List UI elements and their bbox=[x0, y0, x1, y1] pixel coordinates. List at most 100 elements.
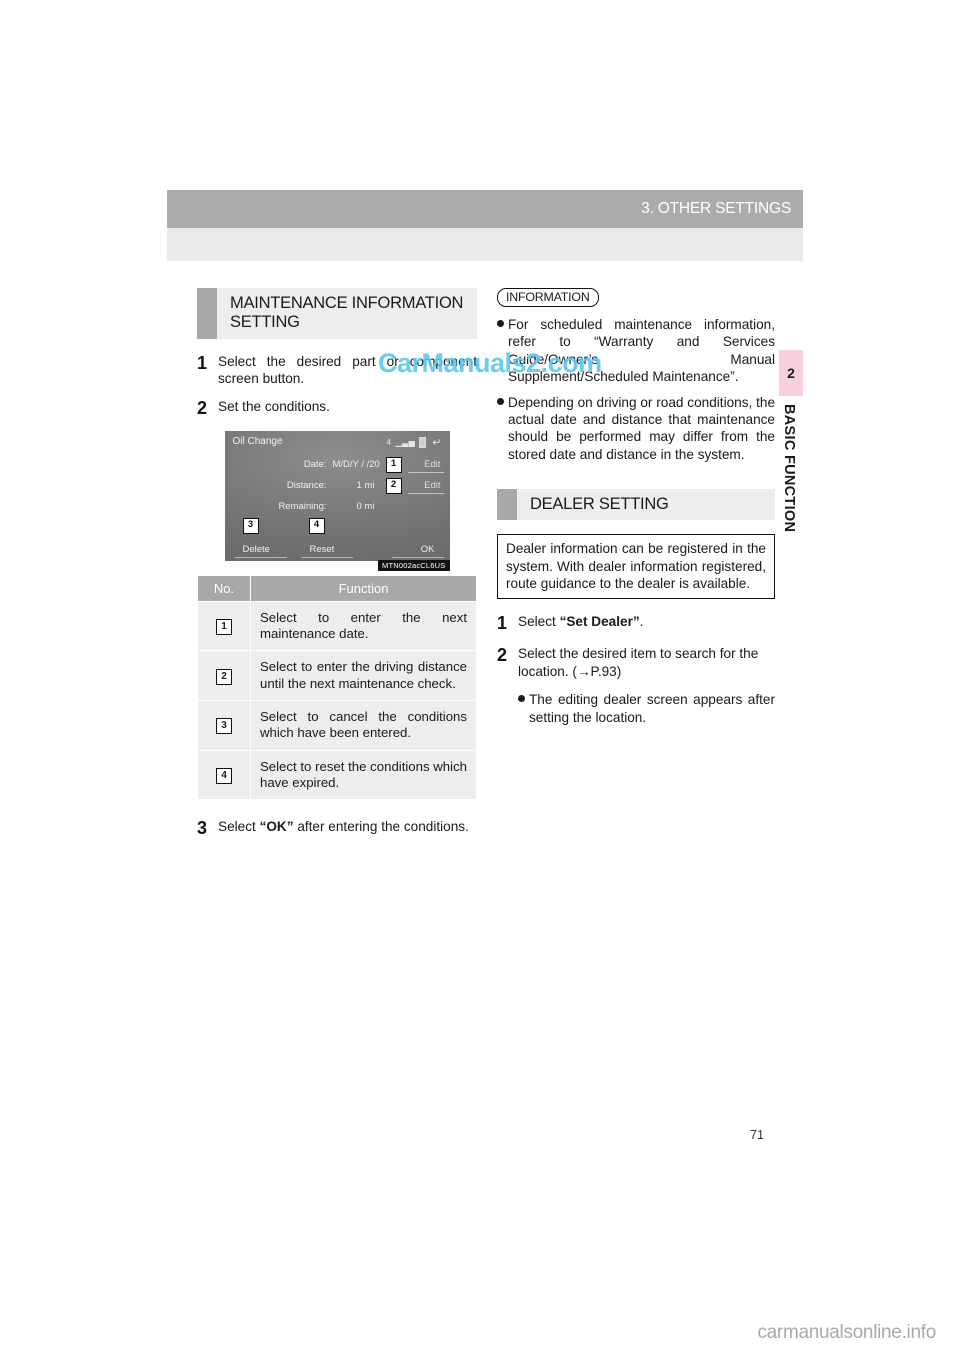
dealer-step-2: 2 Select the desired item to search for … bbox=[497, 645, 775, 680]
section-swatch bbox=[197, 288, 217, 339]
bullet-dot-icon bbox=[497, 316, 508, 386]
table-cell-function: Select to reset the conditions which hav… bbox=[250, 749, 477, 801]
table-row: 1 Select to enter the next maintenance d… bbox=[197, 600, 477, 652]
step-2: 2 Set the conditions. bbox=[197, 398, 477, 419]
dealer-step-1-number: 1 bbox=[497, 613, 508, 634]
back-arrow-icon[interactable]: ↵ bbox=[432, 436, 441, 449]
table-cell-no: 4 bbox=[197, 749, 251, 801]
page-header-title: 3. OTHER SETTINGS bbox=[641, 200, 791, 217]
screen-row-date-edit-underline bbox=[407, 471, 444, 473]
dealer-note-bullet: The editing dealer screen appears after … bbox=[497, 691, 775, 726]
table-row: 4 Select to reset the conditions which h… bbox=[197, 749, 477, 801]
callout-2: 2 bbox=[385, 477, 402, 494]
step-3-number: 3 bbox=[197, 818, 208, 839]
screen-row-date-label: Date: bbox=[303, 458, 327, 470]
screen-status-bar: 4 ▁▃▅ ↵ bbox=[386, 436, 442, 449]
table-numbox: 2 bbox=[216, 668, 232, 685]
table-numbox: 4 bbox=[216, 768, 232, 785]
table-cell-function: Select to enter the driving distance unt… bbox=[250, 650, 477, 702]
step-3-post: after entering the conditions. bbox=[293, 819, 469, 835]
section-heading-dealer: DEALER SETTING bbox=[497, 489, 775, 521]
information-tag: INFORMATION bbox=[497, 288, 599, 307]
callout-3: 3 bbox=[242, 517, 259, 534]
dealer-step-1-text: Select “Set Dealer”. bbox=[518, 613, 775, 634]
screen-row-remaining-value: 0 mi bbox=[356, 500, 375, 512]
table-cell-function: Select to enter the next maintenance dat… bbox=[250, 600, 477, 652]
table-cell-function: Select to cancel the conditions which ha… bbox=[250, 700, 477, 751]
bullet-dot-icon bbox=[497, 394, 508, 464]
table-row: 3 Select to cancel the conditions which … bbox=[197, 700, 477, 751]
step-3-bold: “OK” bbox=[259, 819, 294, 835]
screen-row-distance-edit-button[interactable]: Edit bbox=[424, 480, 440, 491]
callout-4: 4 bbox=[308, 517, 325, 534]
callout-1: 1 bbox=[385, 456, 402, 473]
screen-row-distance-value: 1 mi bbox=[356, 479, 375, 491]
step-1-text: Select the desired part or component scr… bbox=[218, 353, 477, 386]
information-bullet-2-text: Depending on driving or road conditions,… bbox=[508, 394, 775, 462]
screen-delete-button[interactable]: Delete bbox=[243, 544, 270, 555]
screen-title: Oil Change bbox=[232, 435, 283, 447]
page-number: 71 bbox=[750, 1128, 764, 1142]
section-heading-maintenance: MAINTENANCE INFORMATION SETTING bbox=[197, 288, 477, 339]
dealer-step-2-pre: Select the desired item to search for th… bbox=[518, 646, 759, 679]
information-bullet-2: Depending on driving or road conditions,… bbox=[497, 394, 775, 464]
car-screen: Oil Change 4 ▁▃▅ ↵ Date: M/D/Y / /20 Edi… bbox=[224, 430, 450, 561]
screen-reset-underline bbox=[300, 556, 353, 558]
step-3-pre: Select bbox=[218, 819, 260, 835]
table-numbox: 1 bbox=[216, 618, 232, 635]
table-cell-no: 3 bbox=[197, 700, 251, 751]
table-cell-no: 1 bbox=[197, 600, 251, 652]
figure-code-label: MTN002acCL6US bbox=[378, 559, 450, 571]
step-3-text: Select “OK” after entering the condition… bbox=[218, 818, 477, 839]
screen-row-remaining: Remaining: 0 mi bbox=[225, 499, 450, 516]
dealer-step-2-number: 2 bbox=[497, 645, 508, 666]
screen-delete-underline bbox=[234, 556, 287, 558]
section-swatch bbox=[497, 489, 517, 521]
screen-ok-button[interactable]: OK bbox=[421, 544, 435, 555]
right-column: INFORMATION For scheduled maintenance in… bbox=[497, 288, 775, 734]
table-numbox: 3 bbox=[216, 718, 232, 735]
table-row: 2 Select to enter the driving distance u… bbox=[197, 650, 477, 702]
table-cell-no: 2 bbox=[197, 650, 251, 702]
screen-row-distance-label: Distance: bbox=[286, 479, 327, 491]
section-heading-label: MAINTENANCE INFORMATION SETTING bbox=[230, 294, 464, 332]
footer-watermark: carmanualsonline.info bbox=[757, 1322, 936, 1343]
page-header-subband bbox=[167, 228, 803, 261]
left-column: MAINTENANCE INFORMATION SETTING 1 Select… bbox=[197, 288, 477, 851]
step-3: 3 Select “OK” after entering the conditi… bbox=[197, 818, 477, 839]
dealer-step-1: 1 Select “Set Dealer”. bbox=[497, 613, 775, 634]
function-table: No. Function 1 Select to enter the next … bbox=[197, 574, 477, 801]
screen-row-distance-edit-underline bbox=[407, 492, 444, 494]
screen-ok-underline bbox=[391, 556, 444, 558]
screen-row-date-edit-button[interactable]: Edit bbox=[424, 459, 440, 470]
table-header-function: Function bbox=[250, 574, 477, 602]
screen-reset-button[interactable]: Reset bbox=[310, 544, 335, 555]
step-1-number: 1 bbox=[197, 352, 208, 373]
chapter-tab-number: 2 bbox=[787, 365, 795, 381]
dealer-step-1-pre: Select bbox=[518, 614, 560, 630]
figure-oil-change-screen: Oil Change 4 ▁▃▅ ↵ Date: M/D/Y / /20 Edi… bbox=[224, 430, 450, 571]
bullet-dot-icon bbox=[518, 691, 529, 726]
dealer-step-2-text: Select the desired item to search for th… bbox=[518, 645, 775, 680]
dealer-step-2-post: →P.93) bbox=[576, 663, 622, 679]
page-header-band: 3. OTHER SETTINGS bbox=[167, 190, 803, 228]
chapter-tab-label: BASIC FUNCTION bbox=[781, 404, 797, 533]
screen-row-distance: Distance: 1 mi Edit bbox=[225, 478, 450, 495]
screen-row-remaining-label: Remaining: bbox=[278, 500, 327, 512]
step-2-number: 2 bbox=[197, 398, 208, 419]
signal-level-text: 4 bbox=[386, 437, 392, 447]
chapter-tab: 2 bbox=[779, 350, 803, 396]
signal-bars-icon: ▁▃▅ bbox=[395, 437, 416, 447]
table-header-no: No. bbox=[197, 574, 251, 602]
screen-row-date-value: M/D/Y / /20 bbox=[332, 458, 380, 470]
information-bullet-1-text: For scheduled maintenance information, r… bbox=[508, 317, 775, 385]
step-2-text: Set the conditions. bbox=[218, 399, 330, 415]
section-heading-label: DEALER SETTING bbox=[530, 495, 669, 514]
information-bullet-1: For scheduled maintenance information, r… bbox=[497, 316, 775, 386]
dealer-note-text: The editing dealer screen appears after … bbox=[529, 692, 775, 725]
step-1: 1 Select the desired part or component s… bbox=[197, 353, 477, 388]
dealer-description-box: Dealer information can be registered in … bbox=[497, 534, 775, 600]
battery-icon bbox=[419, 436, 427, 448]
screen-row-date: Date: M/D/Y / /20 Edit bbox=[225, 457, 450, 474]
table-header-row: No. Function bbox=[197, 574, 477, 602]
